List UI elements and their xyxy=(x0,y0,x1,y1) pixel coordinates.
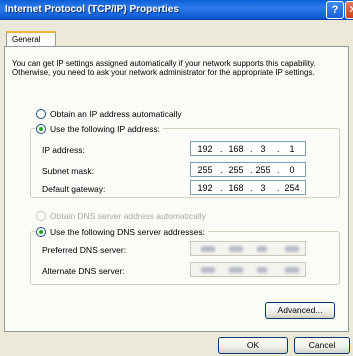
ip-address-field[interactable]: 192. 168. 3. 1 xyxy=(190,141,306,156)
subnet-mask-label: Subnet mask: xyxy=(42,166,94,176)
ip-octet: 168 xyxy=(228,144,244,154)
radio-obtain-ip-auto[interactable]: Obtain an IP address automatically xyxy=(36,108,182,119)
ip-octet: 3 xyxy=(260,144,266,154)
radio-obtain-dns-auto[interactable]: Obtain DNS server address automatically xyxy=(36,210,206,221)
default-gateway-field[interactable]: 192. 168. 3. 254 xyxy=(190,180,306,195)
subnet-mask-field[interactable]: 255. 255. 255. 0 xyxy=(190,162,306,177)
help-button[interactable]: ? xyxy=(326,1,344,19)
ip-dot: . xyxy=(250,165,253,175)
radio-button[interactable] xyxy=(36,123,46,134)
radio-button[interactable] xyxy=(36,210,46,221)
radio-label: Obtain an IP address automatically xyxy=(50,108,182,119)
preferred-dns-label: Preferred DNS server: xyxy=(42,245,127,255)
ip-octet: 1 xyxy=(289,144,295,154)
obscured-octet xyxy=(229,246,243,252)
alternate-dns-field[interactable] xyxy=(190,262,306,277)
ip-octet: 255 xyxy=(255,165,271,175)
obscured-octet xyxy=(285,267,299,273)
radio-button[interactable] xyxy=(36,226,46,237)
ip-dot: . xyxy=(250,144,253,154)
radio-button[interactable] xyxy=(36,108,46,119)
ip-dot: . xyxy=(220,183,223,193)
alternate-dns-label: Alternate DNS server: xyxy=(42,266,125,276)
preferred-dns-field[interactable] xyxy=(190,241,306,256)
radio-use-following-dns[interactable]: Use the following DNS server addresses: xyxy=(36,226,208,237)
obscured-octet xyxy=(201,267,215,273)
default-gateway-label: Default gateway: xyxy=(42,184,106,194)
obscured-octet xyxy=(257,246,267,252)
radio-label: Obtain DNS server address automatically xyxy=(50,210,206,221)
ip-octet: 192 xyxy=(197,144,213,154)
ip-octet: 3 xyxy=(260,183,266,193)
ip-octet: 192 xyxy=(197,183,213,193)
ip-dot: . xyxy=(250,183,253,193)
radio-use-following-ip[interactable]: Use the following IP address: xyxy=(36,123,163,134)
ip-octet: 168 xyxy=(228,183,244,193)
advanced-button[interactable]: Advanced... xyxy=(265,302,335,319)
ip-octet: 254 xyxy=(284,183,300,193)
ip-dot: . xyxy=(277,144,280,154)
obscured-octet xyxy=(257,267,267,273)
title-bar: Internet Protocol (TCP/IP) Properties ? … xyxy=(0,0,353,20)
ip-dot: . xyxy=(220,165,223,175)
obscured-octet xyxy=(201,246,215,252)
ip-address-label: IP address: xyxy=(42,145,85,155)
ip-dot: . xyxy=(220,144,223,154)
close-button[interactable]: ✕ xyxy=(345,1,353,19)
obscured-octet xyxy=(229,267,243,273)
ip-octet: 255 xyxy=(228,165,244,175)
window-title: Internet Protocol (TCP/IP) Properties xyxy=(5,4,179,15)
cancel-button[interactable]: Cancel xyxy=(294,337,350,354)
radio-label: Use the following IP address: xyxy=(50,123,160,134)
ip-dot: . xyxy=(277,183,280,193)
tab-general[interactable]: General xyxy=(6,31,56,47)
obscured-octet xyxy=(285,246,299,252)
ip-dot: . xyxy=(277,165,280,175)
intro-text: You can get IP settings assigned automat… xyxy=(12,59,316,77)
ip-octet: 255 xyxy=(197,165,213,175)
ok-button[interactable]: OK xyxy=(218,337,288,354)
radio-label: Use the following DNS server addresses: xyxy=(50,226,205,237)
ip-octet: 0 xyxy=(289,165,295,175)
